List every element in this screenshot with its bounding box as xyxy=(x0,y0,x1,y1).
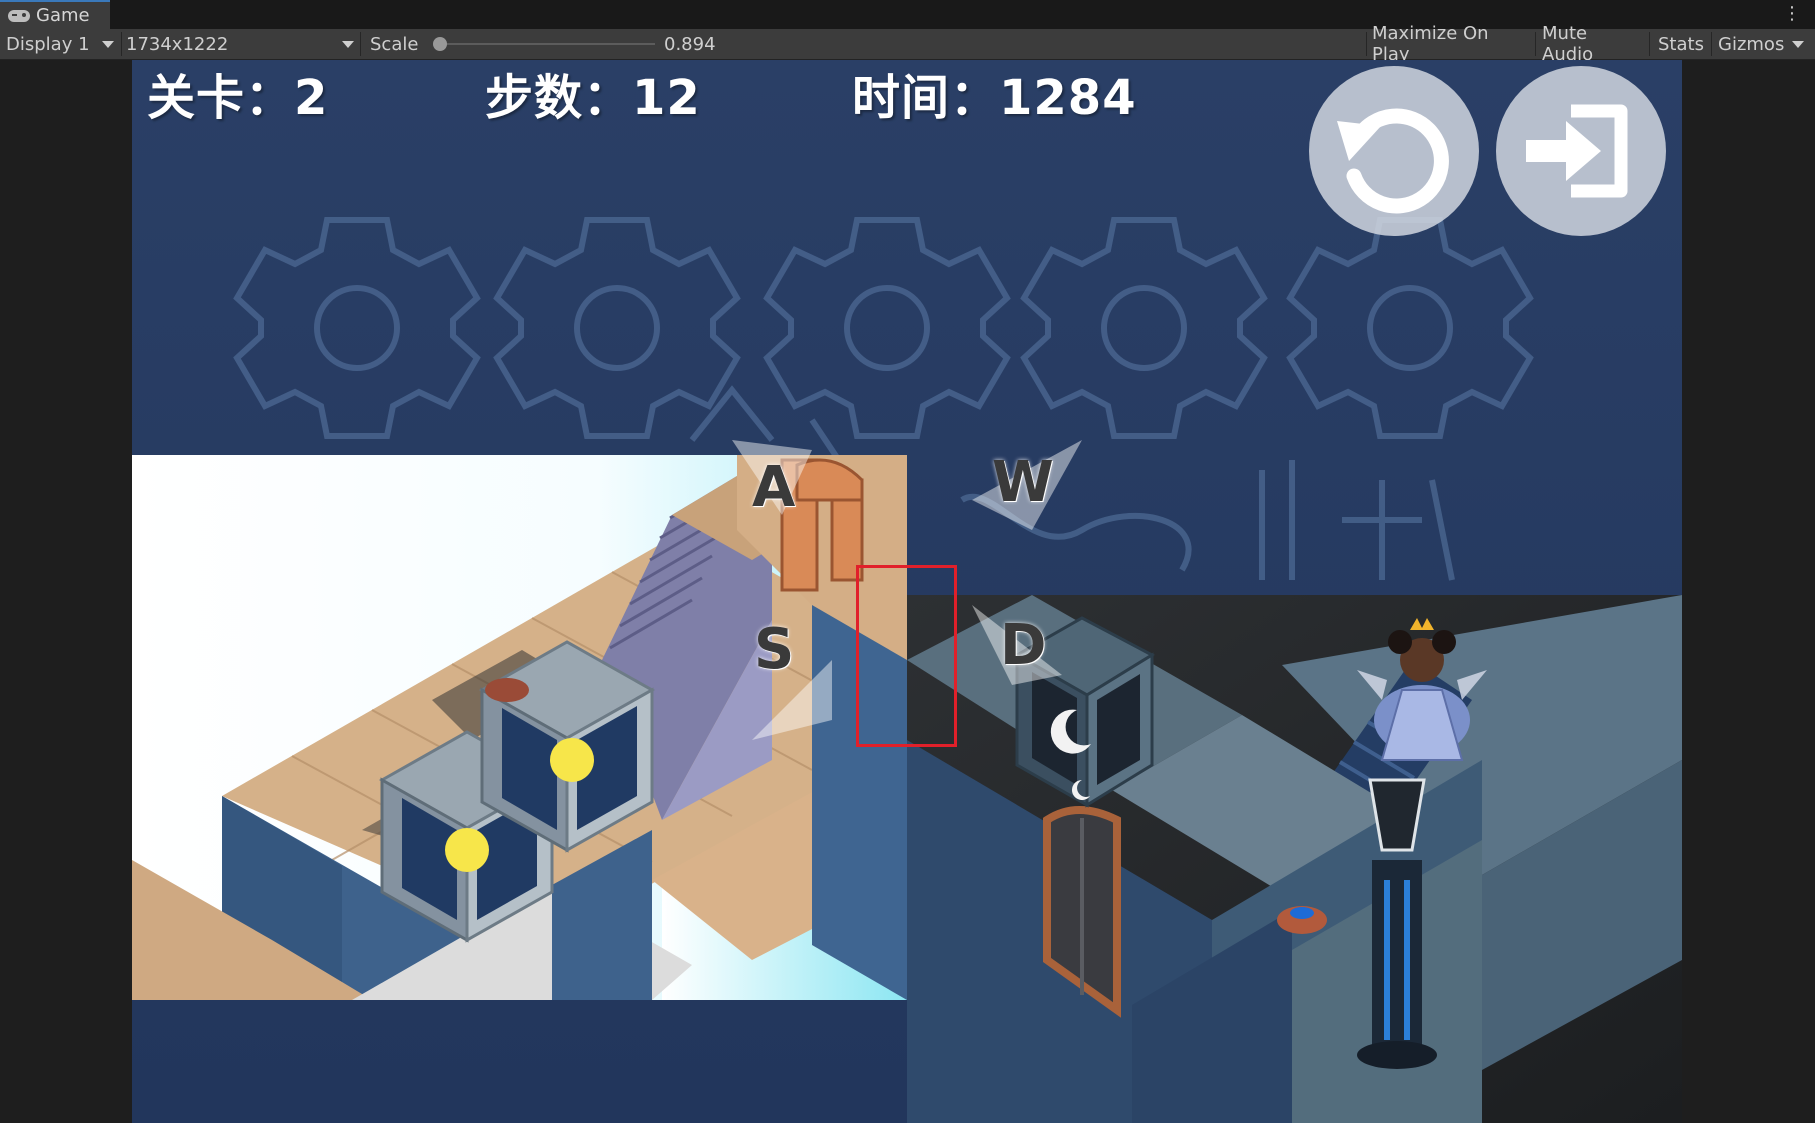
toolbar-divider xyxy=(121,32,122,56)
more-options-icon[interactable]: ⋮ xyxy=(1783,4,1801,24)
gizmos-button[interactable]: Gizmos xyxy=(1712,29,1788,59)
restart-icon xyxy=(1337,108,1449,214)
key-s-label: S xyxy=(754,617,795,682)
resolution-dropdown[interactable]: 1734x1222 xyxy=(126,29,358,59)
time-label: 时间：1284 xyxy=(852,70,1137,126)
toolbar-divider xyxy=(360,32,361,56)
stats-button[interactable]: Stats xyxy=(1652,29,1710,59)
restart-button[interactable] xyxy=(1309,66,1479,236)
display-dropdown[interactable]: Display 1 xyxy=(6,29,116,59)
exit-icon xyxy=(1526,104,1628,198)
game-viewport[interactable]: 关卡：2 步数：12 时间：1284 A W S D xyxy=(132,60,1682,1123)
steps-label: 步数：12 xyxy=(485,70,701,126)
scale-slider-track[interactable] xyxy=(440,43,655,45)
chevron-down-icon xyxy=(342,41,354,48)
gizmos-chevron-down-icon[interactable] xyxy=(1792,41,1804,48)
tab-game[interactable]: Game xyxy=(0,0,110,29)
key-d-label: D xyxy=(1000,613,1047,678)
tab-game-label: Game xyxy=(36,5,90,26)
key-a-label: A xyxy=(752,455,796,520)
chevron-down-icon xyxy=(102,41,114,48)
display-dropdown-label: Display 1 xyxy=(6,33,90,55)
scale-slider-thumb[interactable] xyxy=(433,37,447,51)
resolution-dropdown-label: 1734x1222 xyxy=(126,33,229,55)
key-w-label: W xyxy=(992,450,1054,515)
scale-value: 0.894 xyxy=(664,33,716,55)
game-toolbar: Display 1 1734x1222 Scale 0.894 Maximize… xyxy=(0,23,1815,65)
highlight-rectangle xyxy=(856,565,957,747)
level-label: 关卡：2 xyxy=(147,70,329,126)
toolbar-divider xyxy=(1649,32,1650,56)
gamepad-icon xyxy=(8,9,30,22)
mute-audio-button[interactable]: Mute Audio xyxy=(1536,23,1648,65)
scale-label: Scale xyxy=(370,33,419,55)
exit-button[interactable] xyxy=(1496,66,1666,236)
maximize-on-play-button[interactable]: Maximize On Play xyxy=(1366,23,1534,65)
